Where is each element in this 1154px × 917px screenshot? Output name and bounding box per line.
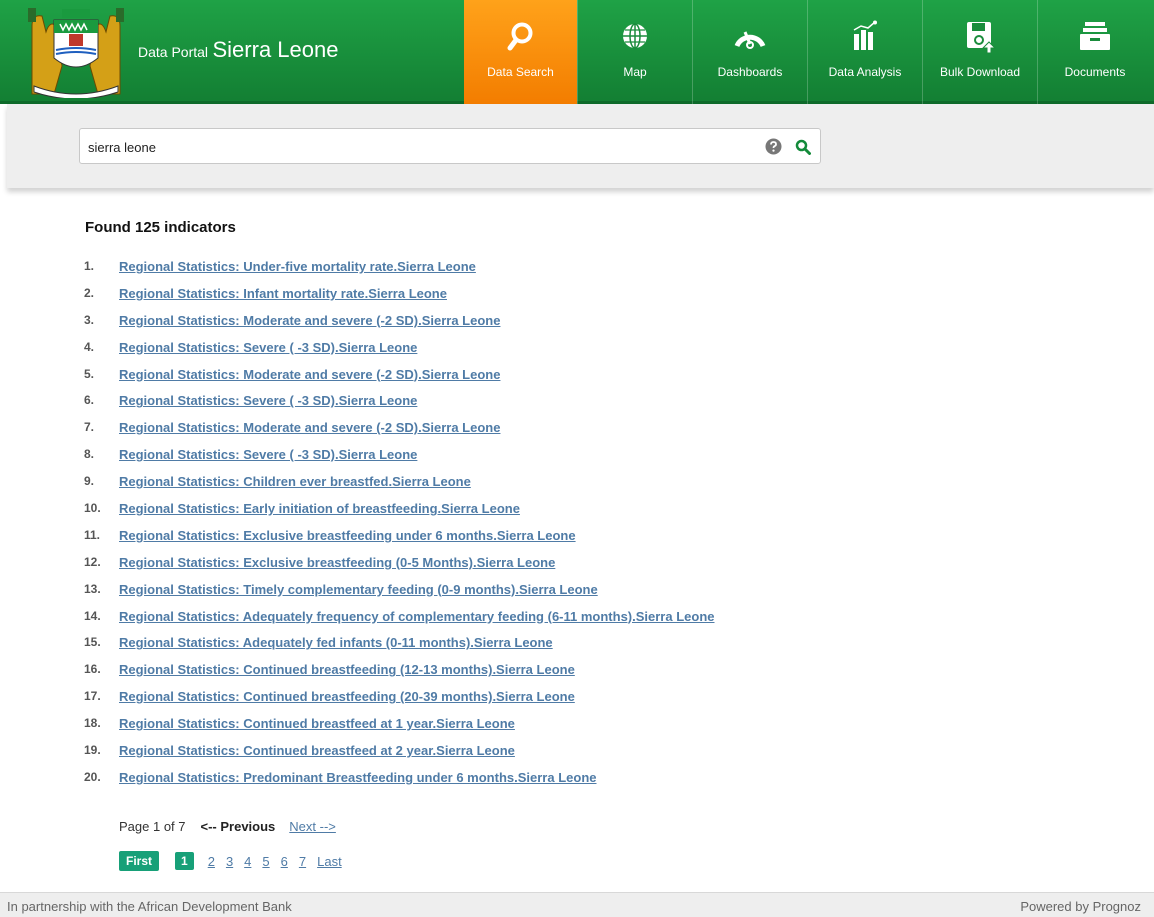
- result-number: 5.: [84, 366, 95, 381]
- nav-label: Map: [623, 65, 647, 79]
- page-link[interactable]: 2: [208, 854, 215, 869]
- results-summary: Found 125 indicators: [85, 219, 236, 236]
- result-number: 8.: [84, 447, 95, 462]
- result-link[interactable]: Regional Statistics: Moderate and severe…: [119, 313, 500, 328]
- result-number: 13.: [84, 581, 101, 596]
- result-number: 2.: [84, 285, 95, 300]
- result-number: 6.: [84, 393, 95, 408]
- result-number: 1.: [84, 259, 95, 273]
- footer: In partnership with the African Developm…: [0, 892, 1154, 917]
- portal-title[interactable]: Data Portal Sierra Leone: [138, 37, 338, 63]
- result-number: 20.: [84, 769, 101, 784]
- result-number: 10.: [84, 501, 101, 516]
- nav-map[interactable]: Map: [577, 0, 692, 104]
- page-of-label: Page 1 of 7: [119, 819, 186, 834]
- gauge-icon: [734, 31, 766, 49]
- main-nav: Data Search Map Dashboards Data Analysis…: [464, 0, 1152, 104]
- result-link[interactable]: Regional Statistics: Adequately fed infa…: [119, 635, 553, 650]
- result-link[interactable]: Regional Statistics: Exclusive breastfee…: [119, 555, 555, 570]
- search-box: [79, 128, 821, 164]
- page-link[interactable]: 6: [281, 854, 288, 869]
- result-link[interactable]: Regional Statistics: Continued breastfee…: [119, 689, 575, 704]
- result-link[interactable]: Regional Statistics: Continued breastfee…: [119, 662, 575, 677]
- portal-name: Sierra Leone: [212, 37, 339, 62]
- nav-documents[interactable]: Documents: [1037, 0, 1152, 104]
- search-icon[interactable]: [795, 139, 811, 155]
- result-number: 16.: [84, 662, 101, 677]
- result-link[interactable]: Regional Statistics: Predominant Breastf…: [119, 770, 597, 785]
- result-link[interactable]: Regional Statistics: Early initiation of…: [119, 501, 520, 516]
- result-number: 15.: [84, 635, 101, 650]
- result-link[interactable]: Regional Statistics: Severe ( -3 SD).Sie…: [119, 393, 417, 408]
- result-link[interactable]: Regional Statistics: Moderate and severe…: [119, 367, 500, 382]
- result-link[interactable]: Regional Statistics: Severe ( -3 SD).Sie…: [119, 340, 417, 355]
- bar-chart-icon: [853, 20, 877, 50]
- result-number: 18.: [84, 716, 101, 731]
- result-number: 12.: [84, 554, 101, 569]
- search-band: [7, 104, 1154, 188]
- result-number: 14.: [84, 608, 101, 623]
- result-number: 3.: [84, 312, 95, 327]
- result-number: 4.: [84, 339, 95, 354]
- last-page-link[interactable]: Last: [317, 854, 342, 869]
- result-link[interactable]: Regional Statistics: Moderate and severe…: [119, 420, 500, 435]
- result-number: 17.: [84, 689, 101, 704]
- page-numbers: First 1 2 3 4 5 6 7 Last: [119, 851, 353, 871]
- result-link[interactable]: Regional Statistics: Infant mortality ra…: [119, 286, 447, 301]
- pager-info: Page 1 of 7 <-- Previous Next -->: [119, 819, 336, 834]
- result-link[interactable]: Regional Statistics: Timely complementar…: [119, 582, 598, 597]
- nav-bulk-download[interactable]: Bulk Download: [922, 0, 1037, 104]
- result-link[interactable]: Regional Statistics: Under-five mortalit…: [119, 259, 476, 274]
- footer-powered-by: Powered by Prognoz: [1020, 899, 1141, 914]
- first-page-button[interactable]: First: [119, 851, 160, 871]
- coat-of-arms-logo[interactable]: [22, 6, 130, 98]
- nav-label: Dashboards: [717, 65, 783, 79]
- nav-label: Data Analysis: [828, 65, 902, 79]
- search-icon: [507, 22, 532, 51]
- page-link[interactable]: 4: [244, 854, 251, 869]
- nav-label: Bulk Download: [939, 65, 1021, 79]
- documents-tray-icon: [1080, 22, 1110, 50]
- nav-data-search[interactable]: Data Search: [464, 0, 577, 104]
- result-link[interactable]: Regional Statistics: Continued breastfee…: [119, 716, 515, 731]
- result-link[interactable]: Regional Statistics: Adequately frequenc…: [119, 609, 715, 624]
- result-link[interactable]: Regional Statistics: Exclusive breastfee…: [119, 528, 576, 543]
- next-link[interactable]: Next -->: [289, 819, 336, 834]
- result-number: 9.: [84, 474, 95, 489]
- previous-link: <-- Previous: [200, 819, 276, 834]
- portal-prefix: Data Portal: [138, 44, 209, 60]
- header-bar: Data Portal Sierra Leone Data Search Map: [0, 0, 1154, 104]
- page-link[interactable]: 5: [262, 854, 269, 869]
- page-link[interactable]: 3: [226, 854, 233, 869]
- result-number: 7.: [84, 420, 95, 435]
- result-link[interactable]: Regional Statistics: Continued breastfee…: [119, 743, 515, 758]
- nav-dashboards[interactable]: Dashboards: [692, 0, 807, 104]
- nav-label: Data Search: [487, 65, 554, 79]
- floppy-upload-icon: [967, 22, 997, 54]
- result-number: 11.: [84, 527, 101, 542]
- help-icon[interactable]: [765, 138, 782, 155]
- page-link-current[interactable]: 1: [175, 852, 194, 870]
- page-link[interactable]: 7: [299, 854, 306, 869]
- nav-label: Documents: [1064, 65, 1126, 79]
- search-input[interactable]: [88, 137, 748, 157]
- footer-partnership: In partnership with the African Developm…: [7, 899, 292, 914]
- result-link[interactable]: Regional Statistics: Children ever breas…: [119, 474, 471, 489]
- result-link[interactable]: Regional Statistics: Severe ( -3 SD).Sie…: [119, 447, 417, 462]
- result-number: 19.: [84, 743, 101, 758]
- globe-icon: [623, 23, 647, 49]
- nav-data-analysis[interactable]: Data Analysis: [807, 0, 922, 104]
